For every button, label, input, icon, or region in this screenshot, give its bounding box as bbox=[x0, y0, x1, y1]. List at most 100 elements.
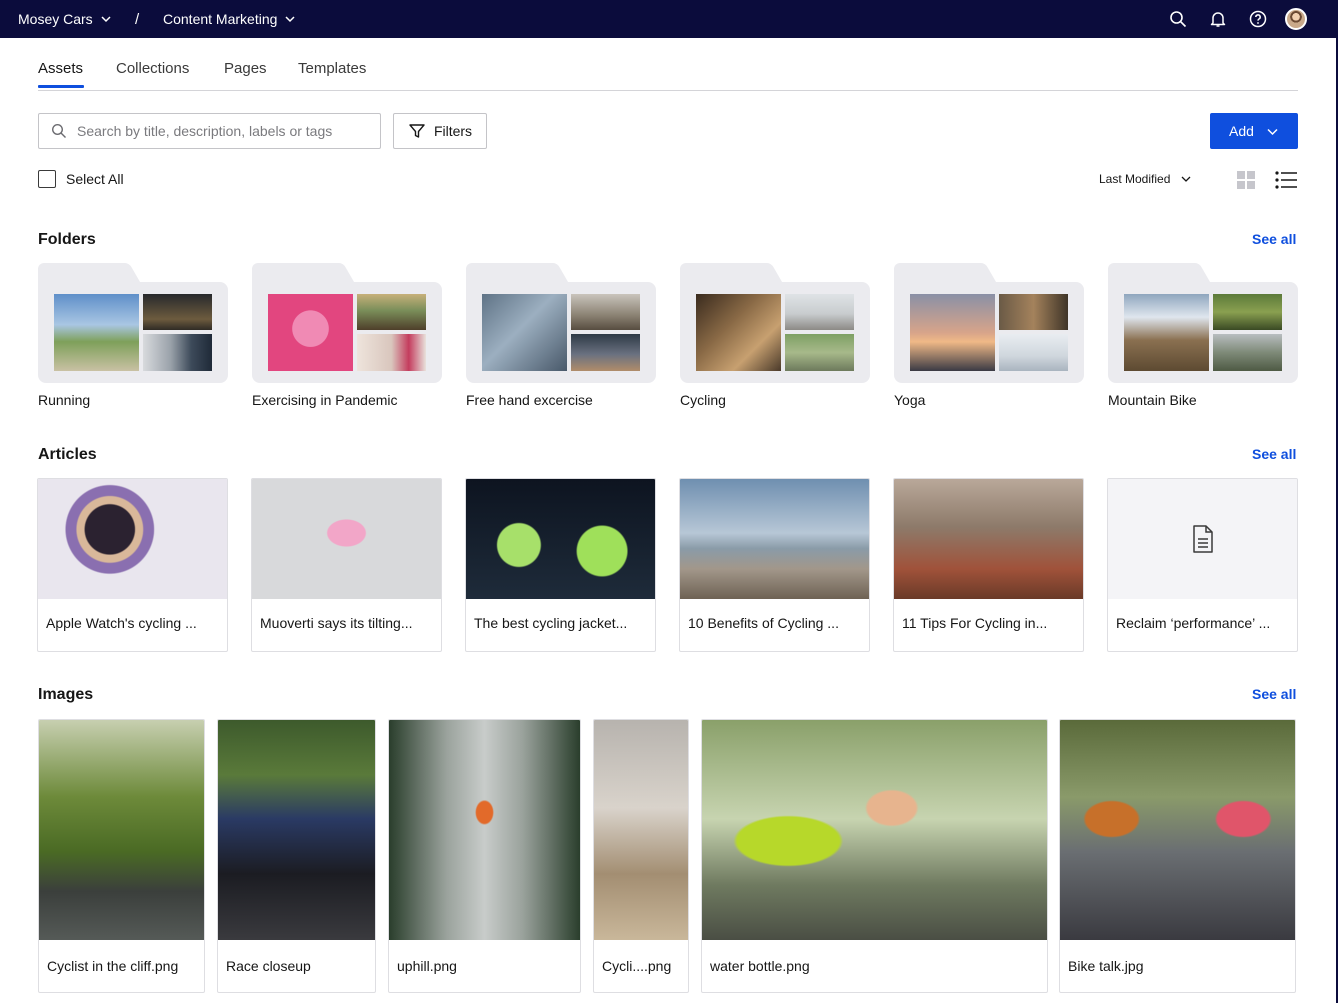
bell-icon[interactable] bbox=[1207, 8, 1229, 30]
sort-label: Last Modified bbox=[1099, 172, 1171, 186]
filter-icon bbox=[409, 124, 425, 138]
help-icon[interactable] bbox=[1247, 8, 1269, 30]
image-thumbnail bbox=[594, 720, 688, 940]
tab-templates[interactable]: Templates bbox=[298, 60, 366, 77]
folder-thumbnail bbox=[785, 294, 854, 330]
article-title: 10 Benefits of Cycling ... bbox=[688, 615, 839, 631]
search-box[interactable] bbox=[38, 113, 381, 149]
tab-collections[interactable]: Collections bbox=[116, 60, 189, 77]
folders-see-all-link[interactable]: See all bbox=[1252, 231, 1296, 247]
article-card[interactable]: Reclaim ‘performance’ ... bbox=[1107, 478, 1298, 652]
active-tab-indicator bbox=[38, 85, 84, 88]
articles-see-all-link[interactable]: See all bbox=[1252, 446, 1296, 462]
article-card[interactable]: 10 Benefits of Cycling ... bbox=[679, 478, 870, 652]
sort-dropdown[interactable]: Last Modified bbox=[1099, 170, 1192, 188]
image-card[interactable]: water bottle.png bbox=[701, 719, 1048, 993]
folder-thumbnail bbox=[482, 294, 567, 371]
folder-mountain-bike[interactable] bbox=[1108, 263, 1298, 383]
image-name: Cyclist in the cliff.png bbox=[47, 958, 179, 974]
filters-button[interactable]: Filters bbox=[393, 113, 487, 149]
folder-body bbox=[466, 282, 656, 383]
chevron-down-icon bbox=[1267, 128, 1278, 135]
search-icon bbox=[51, 123, 66, 138]
avatar[interactable] bbox=[1285, 8, 1307, 30]
image-thumbnail bbox=[218, 720, 375, 940]
folders-heading: Folders bbox=[38, 231, 96, 248]
folder-thumbnail bbox=[1124, 294, 1209, 371]
document-icon bbox=[1192, 525, 1213, 553]
images-heading: Images bbox=[38, 686, 94, 703]
image-card[interactable]: uphill.png bbox=[388, 719, 581, 993]
folder-thumbnail bbox=[785, 334, 854, 371]
workspace-switcher[interactable]: Content Marketing bbox=[163, 0, 297, 38]
org-switcher[interactable]: Mosey Cars bbox=[18, 0, 113, 38]
folder-thumbnail bbox=[357, 334, 426, 371]
chevron-down-icon bbox=[285, 16, 295, 23]
folder-free-hand-excercise[interactable] bbox=[466, 263, 656, 383]
select-all-checkbox[interactable] bbox=[38, 170, 56, 188]
article-card[interactable]: The best cycling jacket... bbox=[465, 478, 656, 652]
folder-label: Cycling bbox=[680, 392, 726, 408]
filters-label: Filters bbox=[433, 123, 473, 139]
select-all-label: Select All bbox=[66, 171, 124, 187]
folder-body bbox=[252, 282, 442, 383]
folder-body bbox=[680, 282, 870, 383]
article-thumbnail bbox=[1108, 479, 1297, 599]
article-title: The best cycling jacket... bbox=[474, 615, 628, 631]
folder-cycling[interactable] bbox=[680, 263, 870, 383]
grid-view-icon[interactable] bbox=[1235, 169, 1257, 191]
image-thumbnail bbox=[1060, 720, 1295, 940]
folder-exercising-in-pandemic[interactable] bbox=[252, 263, 442, 383]
images-see-all-link[interactable]: See all bbox=[1252, 686, 1296, 702]
folder-thumbnail bbox=[1213, 334, 1282, 371]
folder-label: Running bbox=[38, 392, 91, 408]
folder-yoga[interactable] bbox=[894, 263, 1084, 383]
select-all[interactable]: Select All bbox=[38, 170, 124, 188]
folder-thumbnail bbox=[357, 294, 426, 330]
article-title: Apple Watch's cycling ... bbox=[46, 615, 197, 631]
image-card[interactable]: Cyclist in the cliff.png bbox=[38, 719, 205, 993]
search-input[interactable] bbox=[77, 123, 367, 139]
add-button[interactable]: Add bbox=[1210, 113, 1298, 149]
org-name: Mosey Cars bbox=[18, 11, 93, 27]
image-card[interactable]: Race closeup bbox=[217, 719, 376, 993]
image-card[interactable]: Bike talk.jpg bbox=[1059, 719, 1296, 993]
folder-body bbox=[1108, 282, 1298, 383]
article-card[interactable]: 11 Tips For Cycling in... bbox=[893, 478, 1084, 652]
article-thumbnail bbox=[38, 479, 227, 599]
folder-thumbnail bbox=[999, 294, 1068, 330]
folder-thumbnail bbox=[143, 334, 212, 371]
image-card[interactable]: Cycli....png bbox=[593, 719, 689, 993]
tab-bar: Assets Collections Pages Templates bbox=[38, 38, 1298, 91]
folder-thumbnail bbox=[143, 294, 212, 330]
image-name: Race closeup bbox=[226, 958, 311, 974]
folder-thumbnail bbox=[1213, 294, 1282, 330]
folder-label: Free hand excercise bbox=[466, 392, 593, 408]
folder-thumbnail bbox=[999, 334, 1068, 371]
article-title: Muoverti says its tilting... bbox=[260, 615, 413, 631]
top-bar: Mosey Cars / Content Marketing bbox=[0, 0, 1338, 38]
article-card[interactable]: Muoverti says its tilting... bbox=[251, 478, 442, 652]
tab-pages[interactable]: Pages bbox=[224, 60, 267, 77]
article-card[interactable]: Apple Watch's cycling ... bbox=[37, 478, 228, 652]
image-name: uphill.png bbox=[397, 958, 457, 974]
folder-label: Exercising in Pandemic bbox=[252, 392, 398, 408]
article-thumbnail bbox=[894, 479, 1083, 599]
image-name: Bike talk.jpg bbox=[1068, 958, 1144, 974]
folder-body bbox=[894, 282, 1084, 383]
article-thumbnail bbox=[252, 479, 441, 599]
image-thumbnail bbox=[39, 720, 204, 940]
article-thumbnail bbox=[680, 479, 869, 599]
article-title: 11 Tips For Cycling in... bbox=[902, 615, 1048, 631]
list-view-icon[interactable] bbox=[1275, 169, 1297, 191]
folder-body bbox=[38, 282, 228, 383]
workspace-name: Content Marketing bbox=[163, 11, 278, 27]
search-icon[interactable] bbox=[1167, 8, 1189, 30]
articles-heading: Articles bbox=[38, 446, 97, 463]
breadcrumb-separator: / bbox=[135, 10, 140, 28]
article-thumbnail bbox=[466, 479, 655, 599]
folder-running[interactable] bbox=[38, 263, 228, 383]
article-title: Reclaim ‘performance’ ... bbox=[1116, 615, 1271, 631]
tab-assets[interactable]: Assets bbox=[38, 60, 83, 77]
add-label: Add bbox=[1229, 123, 1254, 139]
